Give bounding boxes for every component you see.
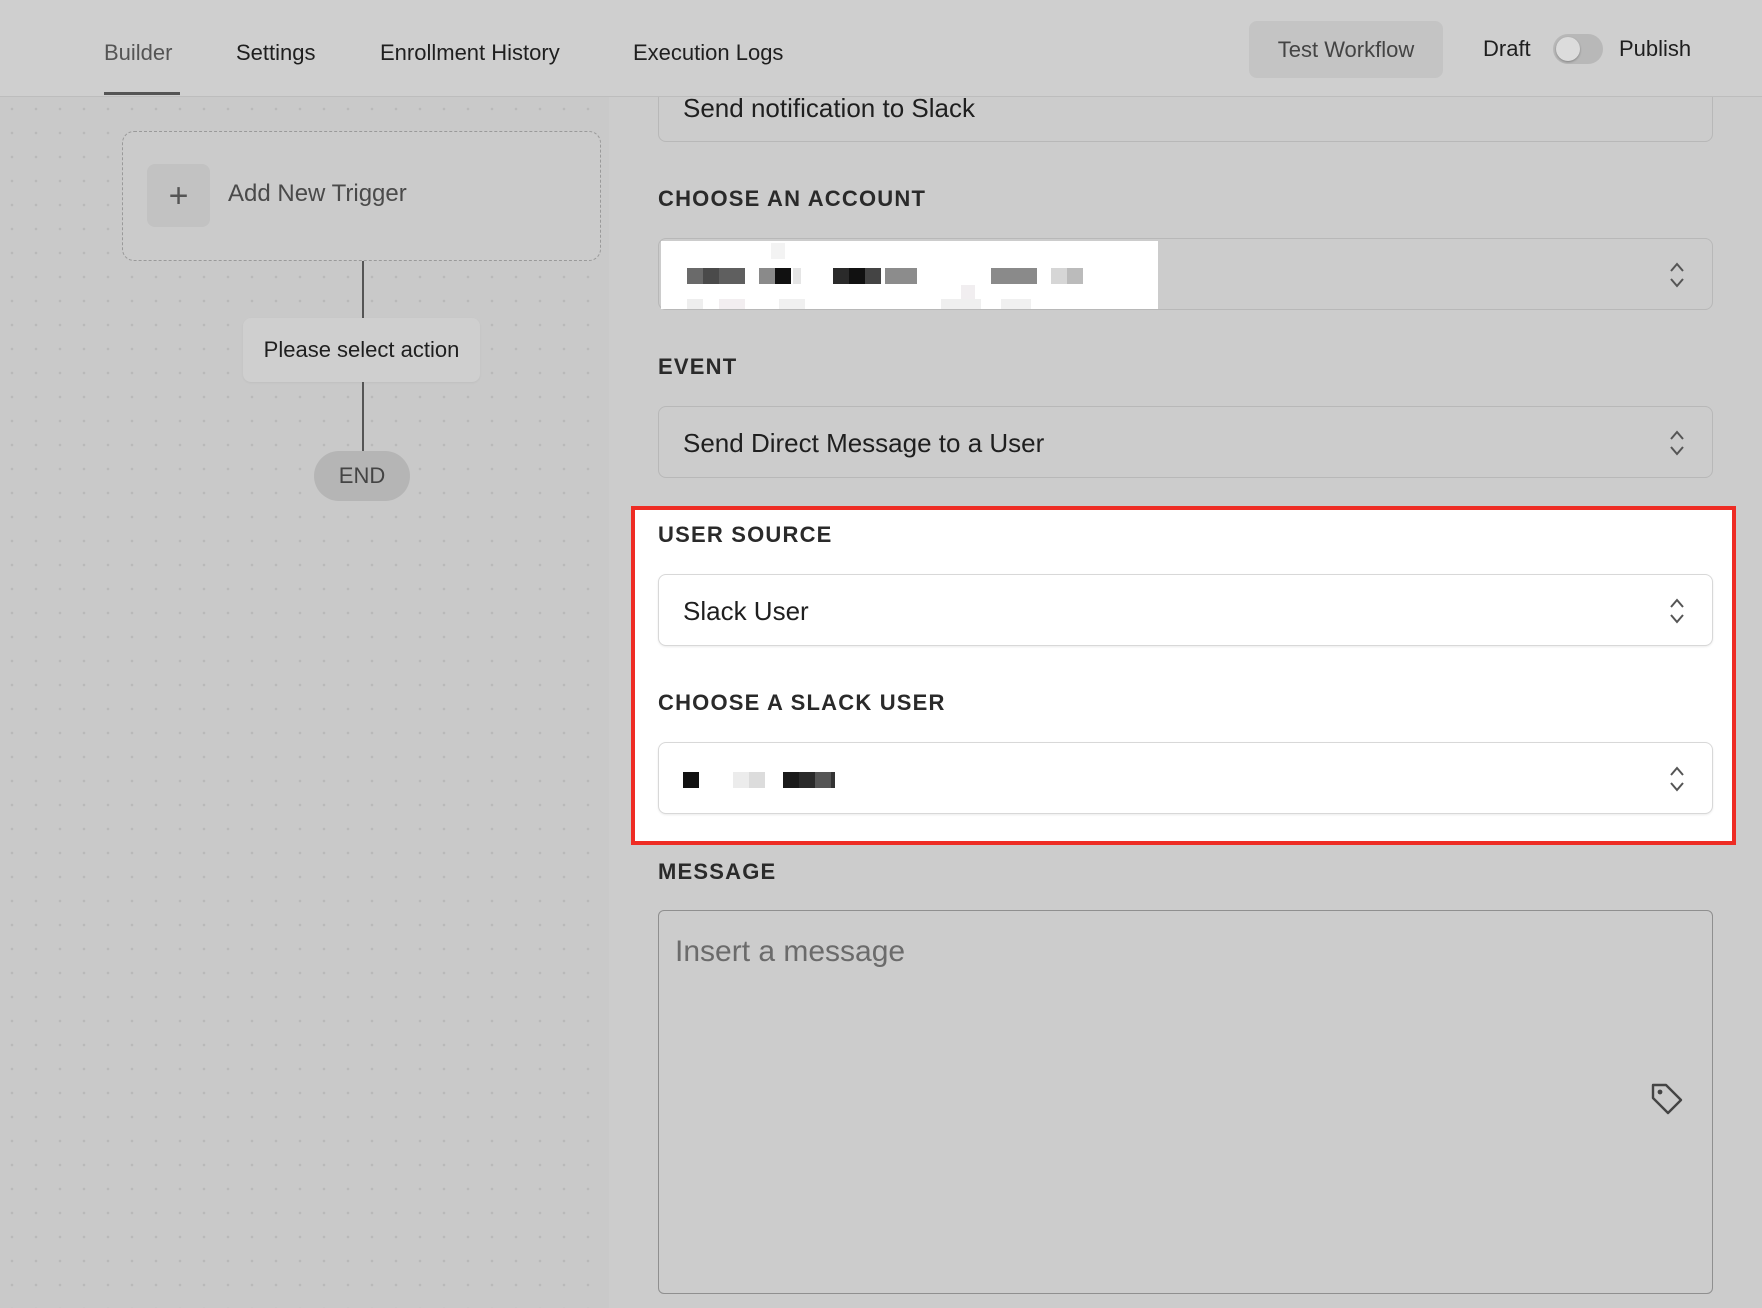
tab-builder[interactable]: Builder — [104, 40, 172, 66]
chevron-up-down-icon — [1670, 430, 1684, 456]
action-name-value: Send notification to Slack — [683, 93, 975, 123]
message-label: MESSAGE — [658, 859, 777, 884]
top-navigation-bar: Builder Settings Enrollment History Exec… — [0, 0, 1762, 97]
publish-toggle[interactable] — [1553, 34, 1603, 64]
tab-enrollment-history[interactable]: Enrollment History — [380, 40, 560, 66]
tab-execution-logs[interactable]: Execution Logs — [633, 40, 783, 66]
active-tab-indicator — [104, 92, 180, 95]
event-label: EVENT — [658, 354, 738, 379]
tab-settings[interactable]: Settings — [236, 40, 316, 66]
add-new-trigger-label: Add New Trigger — [228, 180, 407, 207]
message-placeholder: Insert a message — [675, 935, 906, 968]
user-source-select[interactable]: Slack User — [658, 574, 1713, 646]
chevron-up-down-icon — [1670, 598, 1684, 624]
chevron-up-down-icon — [1670, 262, 1684, 288]
end-node: END — [314, 451, 410, 501]
choose-slack-user-label: CHOOSE A SLACK USER — [658, 690, 946, 715]
toggle-knob — [1556, 37, 1580, 61]
account-select[interactable] — [658, 238, 1713, 310]
slack-user-value-redacted — [659, 743, 859, 813]
message-textarea[interactable]: Insert a message — [658, 910, 1713, 1294]
connector-line — [362, 261, 364, 318]
connector-line — [362, 382, 364, 451]
test-workflow-button[interactable]: Test Workflow — [1249, 21, 1443, 78]
slack-user-select[interactable] — [658, 742, 1713, 814]
event-select[interactable]: Send Direct Message to a User — [658, 406, 1713, 478]
draft-label: Draft — [1483, 36, 1531, 61]
account-value-redacted — [661, 241, 1158, 309]
plus-icon: + — [147, 164, 210, 227]
event-value: Send Direct Message to a User — [683, 428, 1045, 458]
publish-label: Publish — [1619, 36, 1692, 61]
add-new-trigger-card[interactable]: + Add New Trigger — [122, 131, 601, 261]
select-action-node[interactable]: Please select action — [243, 318, 480, 382]
tag-icon[interactable] — [1648, 1080, 1686, 1118]
user-source-value: Slack User — [683, 596, 809, 626]
workflow-canvas[interactable] — [0, 97, 609, 1308]
user-source-label: USER SOURCE — [658, 522, 833, 547]
chevron-up-down-icon — [1670, 766, 1684, 792]
choose-account-label: CHOOSE AN ACCOUNT — [658, 186, 927, 211]
